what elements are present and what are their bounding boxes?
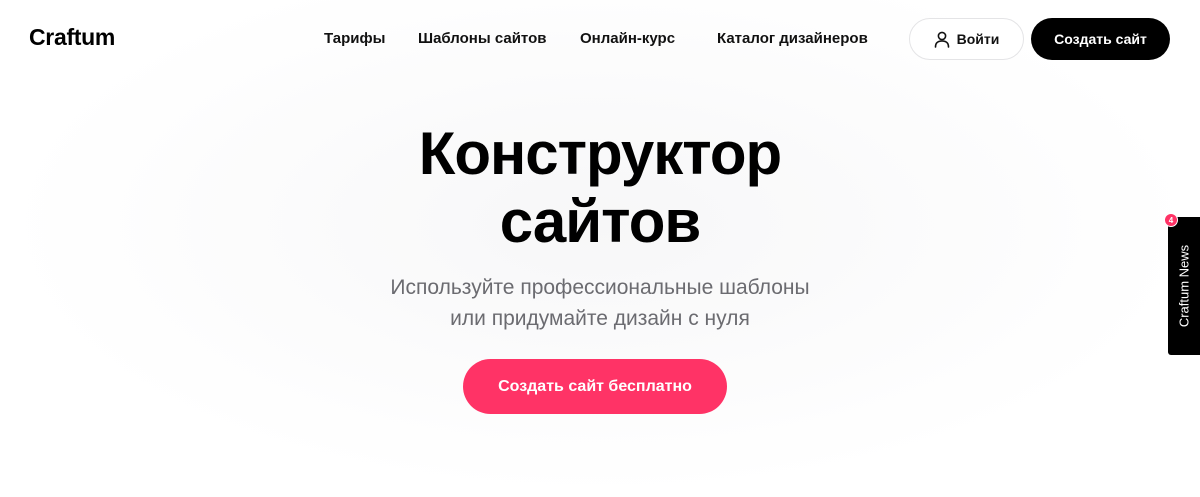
nav-item-templates[interactable]: Шаблоны сайтов	[418, 30, 546, 47]
hero-subtitle-line-1: Используйте профессиональные шаблоны	[390, 276, 810, 299]
news-badge: 4	[1164, 213, 1178, 227]
hero-title-line-2: сайтов	[499, 188, 701, 255]
create-site-button[interactable]: Создать сайт	[1031, 18, 1170, 60]
news-widget-tab[interactable]: Craftum News	[1168, 217, 1200, 355]
header: Craftum Тарифы Шаблоны сайтов Онлайн-кур…	[0, 0, 1200, 78]
page: Craftum Тарифы Шаблоны сайтов Онлайн-кур…	[0, 0, 1200, 497]
hero-title: Конструктор сайтов	[0, 120, 1200, 256]
hero-subtitle-line-2: или придумайте дизайн с нуля	[450, 307, 750, 330]
hero: Конструктор сайтов Используйте профессио…	[0, 120, 1200, 334]
login-button[interactable]: Войти	[909, 18, 1024, 60]
user-icon	[934, 31, 950, 48]
nav-item-designers-catalog[interactable]: Каталог дизайнеров	[717, 30, 868, 47]
nav-item-online-course[interactable]: Онлайн-курс	[580, 30, 675, 47]
hero-subtitle: Используйте профессиональные шаблоны или…	[0, 272, 1200, 334]
create-site-free-button[interactable]: Создать сайт бесплатно	[463, 359, 727, 414]
hero-title-line-1: Конструктор	[418, 120, 782, 187]
news-widget-label: Craftum News	[1176, 244, 1192, 328]
login-label: Войти	[956, 31, 1000, 47]
nav-item-pricing[interactable]: Тарифы	[324, 30, 385, 47]
